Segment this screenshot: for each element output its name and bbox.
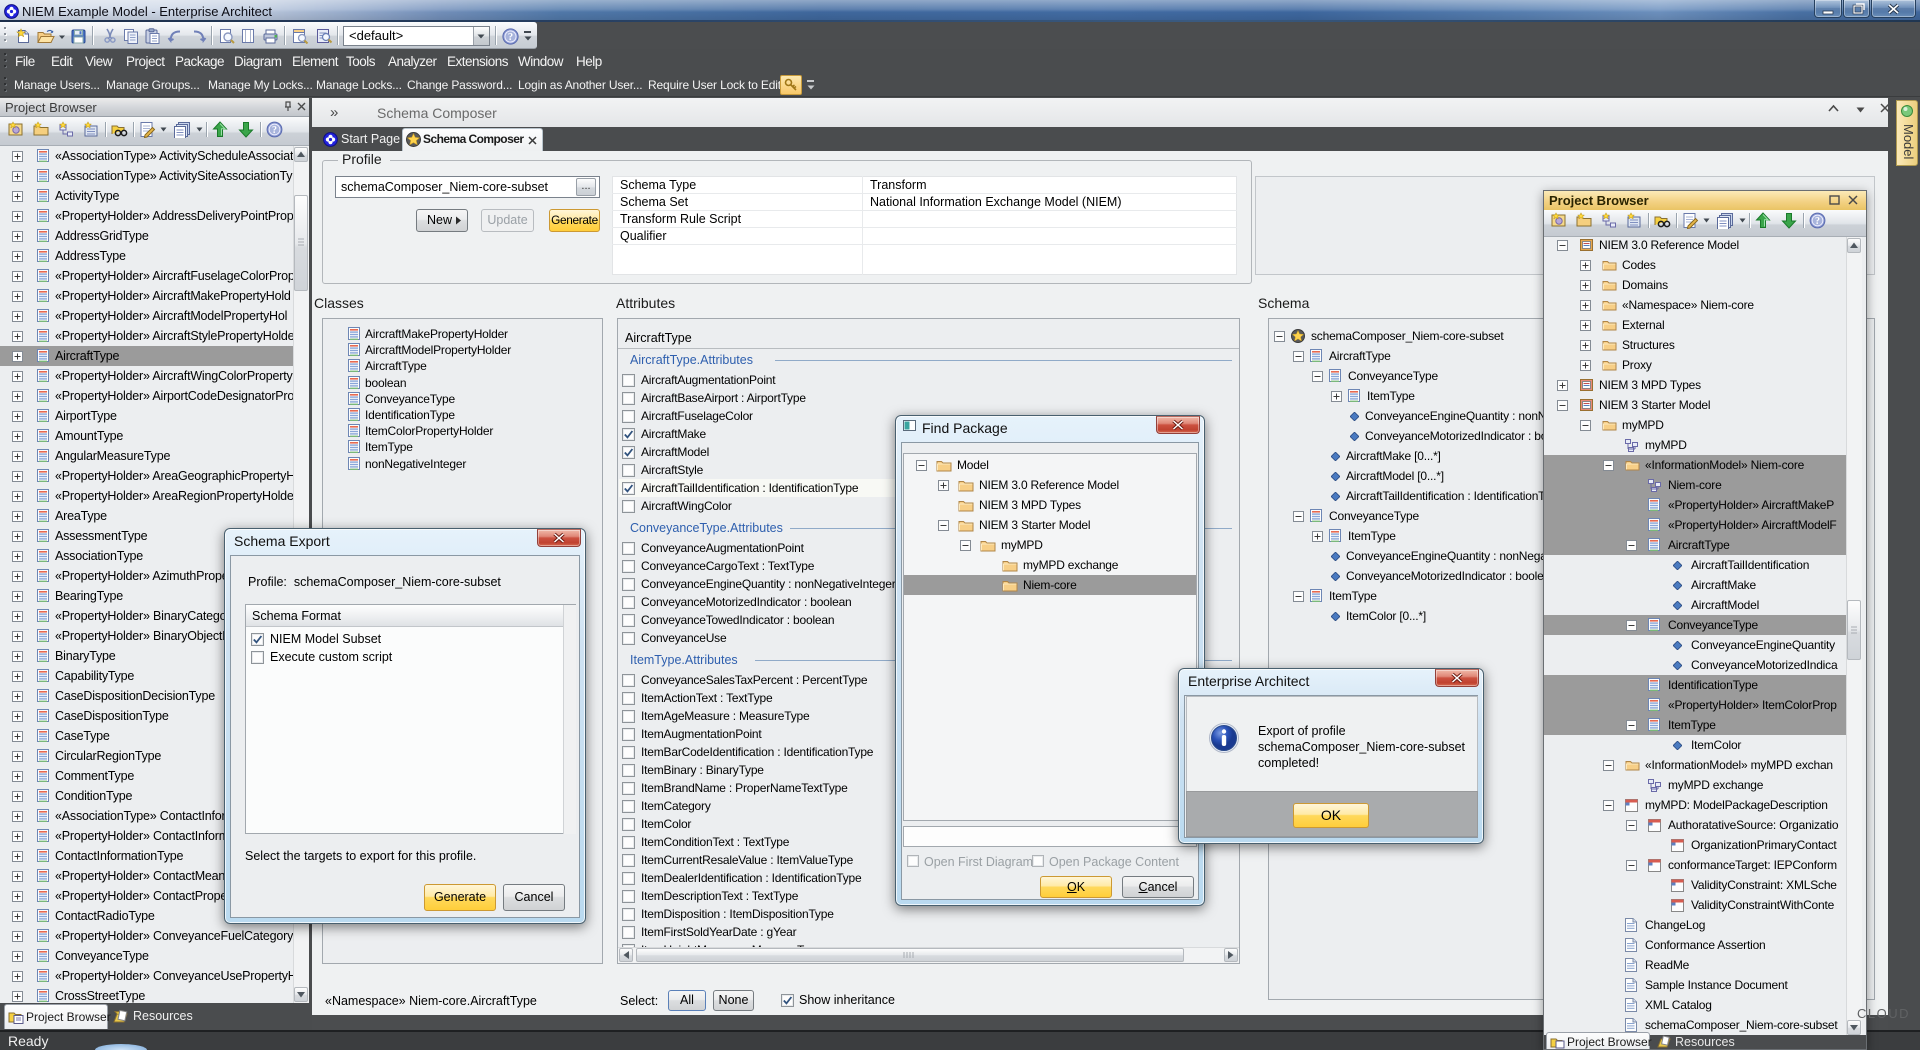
svg-text:?: ?	[272, 125, 277, 136]
svg-text:?: ?	[1815, 216, 1820, 227]
svg-text:?: ?	[508, 32, 513, 43]
